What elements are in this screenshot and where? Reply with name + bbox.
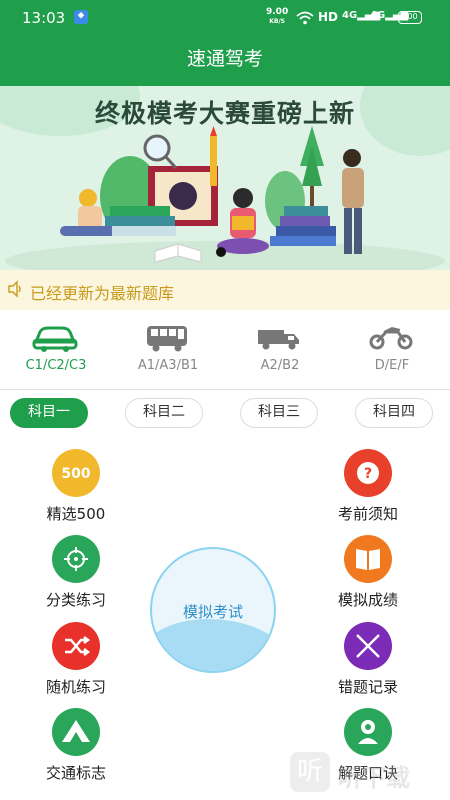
tab-subject-3[interactable]: 科目三 [240, 398, 318, 428]
watermark: 听 听下载 [290, 752, 440, 796]
license-label: D/E/F [374, 358, 410, 373]
speaker-icon [8, 280, 21, 298]
license-label: A1/A3/B1 [137, 358, 199, 373]
license-tab-a2[interactable]: A2/B2 [224, 310, 336, 390]
book-icon [344, 535, 392, 583]
exam-wave [152, 619, 274, 671]
notice-text: 已经更新为最新题库 [30, 284, 175, 303]
shuffle-icon [52, 622, 100, 670]
license-label: C1/C2/C3 [25, 358, 87, 373]
feature-random-practice[interactable]: 随机练习 [26, 622, 126, 704]
network-speed-unit: KB/S [269, 18, 285, 25]
tab-subject-2[interactable]: 科目二 [125, 398, 203, 428]
feature-selected-500[interactable]: 500 精选500 [26, 449, 126, 531]
app-header: 速通驾考 [0, 36, 450, 86]
500-icon: 500 [52, 449, 100, 497]
feature-label: 模拟成绩 [337, 591, 398, 609]
feature-wrong-answers[interactable]: 错题记录 [318, 622, 418, 704]
tab-subject-1[interactable]: 科目一 [10, 398, 88, 428]
signal-2-label: 4G [370, 10, 386, 21]
person-icon [344, 708, 392, 756]
tab-subject-4[interactable]: 科目四 [355, 398, 433, 428]
cross-icon [344, 622, 392, 670]
motorcycle-icon [369, 326, 413, 350]
license-tab-d[interactable]: D/E/F [336, 310, 448, 390]
mock-exam-button[interactable]: 模拟考试 [150, 547, 276, 673]
license-type-selector: C1/C2/C3 A1/A3/B1 A2/B2 D/E/F [0, 310, 450, 390]
watermark-logo: 听 [290, 752, 330, 792]
feature-mock-scores[interactable]: 模拟成绩 [318, 535, 418, 617]
license-tab-a1[interactable]: A1/A3/B1 [112, 310, 224, 390]
truck-icon [258, 330, 299, 350]
subject-tabs: 科目一 科目二 科目三 科目四 [0, 396, 450, 432]
page-title: 速通驾考 [186, 48, 263, 70]
signal-1-label: 4G [342, 10, 358, 21]
watermark-text: 听下载 [338, 764, 410, 792]
feature-label: 错题记录 [337, 678, 398, 696]
banner-title: 终极模考大赛重磅上新 [94, 99, 355, 128]
mock-exam-label: 模拟考试 [182, 603, 243, 621]
network-speed-value: 9.00 [266, 7, 289, 17]
wifi-icon [296, 11, 314, 28]
feature-traffic-signs[interactable]: 交通标志 [26, 708, 126, 790]
notice-bar: 已经更新为最新题库 [0, 270, 450, 310]
feature-label: 随机练习 [45, 678, 106, 696]
feature-label: 精选500 [46, 505, 106, 523]
svg-text:500: 500 [61, 466, 90, 482]
notification-icon: ⯁ [74, 10, 88, 24]
status-bar: 13:03 ⯁ 9.00 KB/S HD 4G▂▄▆ 4G▂▄▆ 100 [0, 0, 450, 36]
feature-label: 考前须知 [337, 505, 398, 523]
car-icon [32, 326, 78, 352]
promo-banner[interactable]: 终极模考大赛重磅上新 [0, 86, 450, 270]
bus-icon [147, 326, 187, 352]
license-label: A2/B2 [260, 358, 300, 373]
status-time: 13:03 [22, 9, 66, 27]
svg-text:?: ? [364, 466, 372, 482]
feature-exam-notes[interactable]: ? 考前须知 [318, 449, 418, 531]
feature-label: 分类练习 [45, 591, 106, 609]
hd-indicator: HD [318, 10, 339, 24]
mountain-sign-icon [52, 708, 100, 756]
feature-category-practice[interactable]: 分类练习 [26, 535, 126, 617]
banner-page-indicator [216, 247, 226, 257]
battery-icon: 100 [398, 11, 422, 24]
target-icon [52, 535, 100, 583]
question-icon: ? [344, 449, 392, 497]
feature-label: 交通标志 [45, 764, 106, 782]
network-speed: 9.00 KB/S [266, 8, 288, 26]
license-tab-c1[interactable]: C1/C2/C3 [0, 310, 112, 390]
